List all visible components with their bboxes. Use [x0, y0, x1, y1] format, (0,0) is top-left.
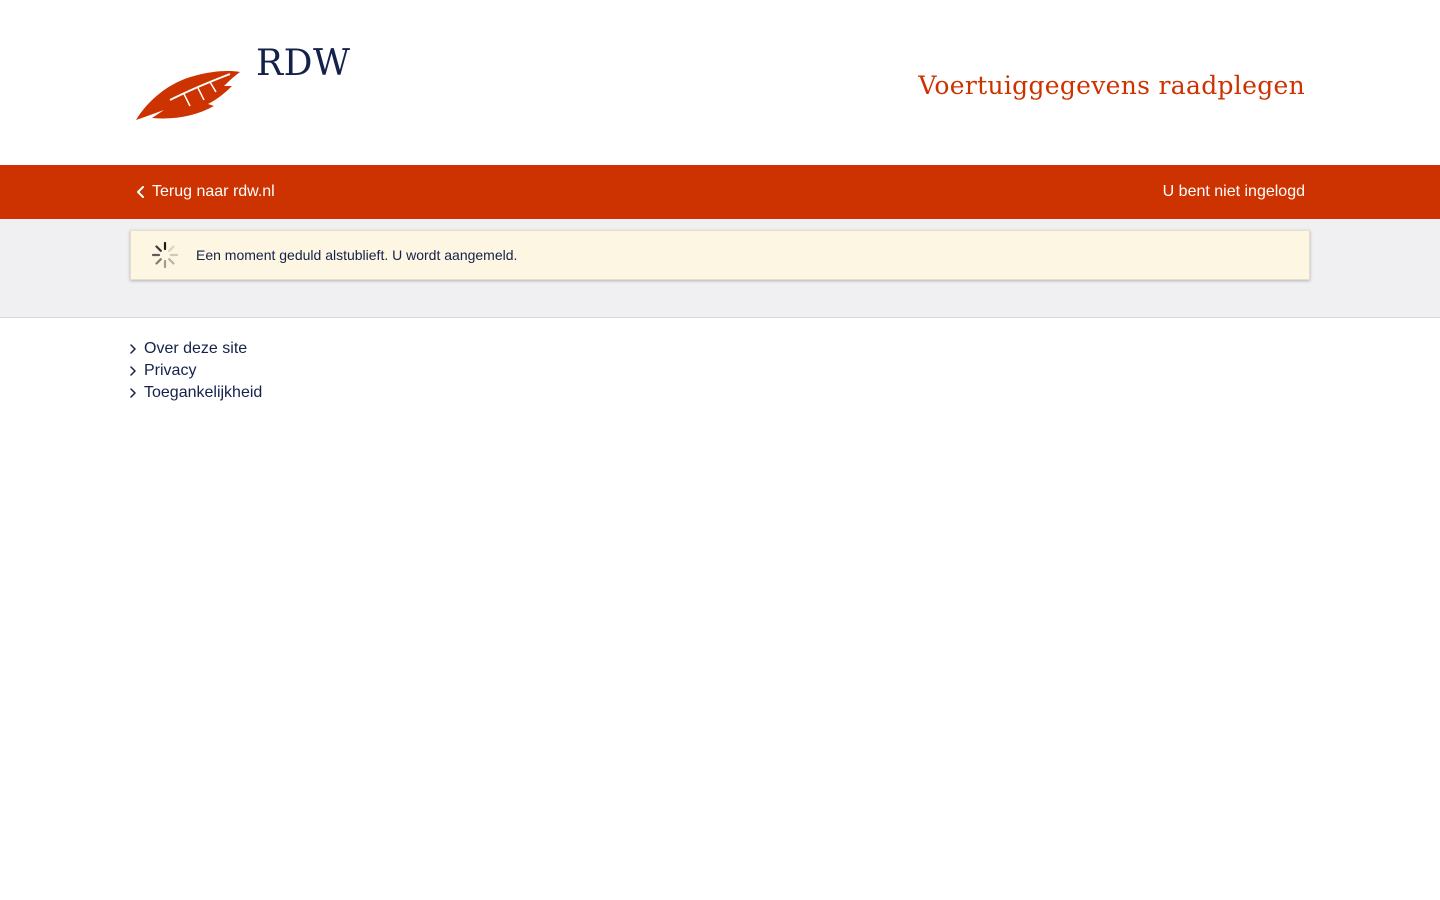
footer-link-item: Privacy: [128, 360, 262, 382]
back-to-rdw-link[interactable]: Terug naar rdw.nl: [134, 165, 275, 219]
back-link-label: Terug naar rdw.nl: [152, 183, 275, 200]
chevron-right-icon: [130, 388, 136, 398]
chevron-right-icon: [130, 344, 136, 354]
footer-link-privacy[interactable]: Privacy: [144, 362, 196, 380]
login-status: U bent niet ingelogd: [1162, 183, 1305, 200]
chevron-right-icon: [130, 366, 136, 376]
loading-spinner-icon: [151, 241, 179, 269]
page-title: Voertuiggegevens raadplegen: [918, 71, 1305, 100]
notice-message: Een moment geduld alstublieft. U wordt a…: [196, 247, 518, 263]
footer-link-about[interactable]: Over deze site: [144, 340, 247, 358]
logo-text: RDW: [256, 43, 351, 84]
navigation-bar: Terug naar rdw.nl U bent niet ingelogd: [0, 165, 1440, 219]
site-header: RDW Voertuiggegevens raadplegen: [0, 0, 1440, 165]
loading-notice: Een moment geduld alstublieft. U wordt a…: [130, 230, 1310, 280]
rdw-feather-logo-icon: [136, 71, 240, 120]
footer-links: Over deze site Privacy Toegankelijkheid: [128, 338, 262, 404]
footer-link-accessibility[interactable]: Toegankelijkheid: [144, 384, 262, 402]
footer-link-item: Over deze site: [128, 338, 262, 360]
chevron-left-icon: [137, 186, 144, 198]
rdw-logo-link[interactable]: RDW: [134, 44, 354, 124]
notice-band: Een moment geduld alstublieft. U wordt a…: [0, 219, 1440, 318]
footer-link-item: Toegankelijkheid: [128, 382, 262, 404]
